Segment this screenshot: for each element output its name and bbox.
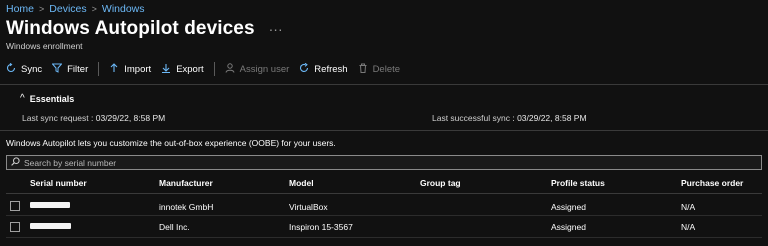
filter-label: Filter [67,63,89,75]
last-sync-request-label: Last sync request [22,113,89,123]
refresh-icon [299,62,309,76]
table-header-divider [6,193,762,194]
redacted-serial-number [30,223,71,229]
column-header-purchase-order[interactable]: Purchase order [681,178,743,188]
title-row: Windows Autopilot devices ··· [6,18,283,40]
upload-icon [109,62,119,76]
assign-user-label: Assign user [239,63,290,75]
breadcrumb-windows[interactable]: Windows [102,3,145,15]
page-title: Windows Autopilot devices [6,18,255,39]
sync-icon [6,62,16,76]
chevron-up-icon: ^ [20,93,25,104]
command-bar: Sync Filter Import Export Assign user Re… [6,60,410,78]
trash-icon [358,63,368,76]
download-icon [161,63,171,76]
column-header-profile-status[interactable]: Profile status [551,178,605,188]
import-label: Import [124,63,152,75]
breadcrumb-home[interactable]: Home [6,3,34,15]
last-successful-sync-label: Last successful sync [432,113,510,123]
page-subtitle: Windows enrollment [6,41,83,51]
more-options-icon[interactable]: ··· [269,21,283,37]
import-button[interactable]: Import [109,62,152,76]
column-header-manufacturer[interactable]: Manufacturer [159,178,213,188]
essentials-label: Essentials [29,93,75,104]
cell-profile-status: Assigned [551,222,586,232]
last-sync-request: Last sync request : 03/29/22, 8:58 PM [22,113,165,123]
toolbar-divider [213,62,215,76]
breadcrumb: Home > Devices > Windows [6,3,145,15]
search-input[interactable] [24,157,724,168]
row-checkbox[interactable] [10,222,20,232]
cell-model: VirtualBox [289,202,328,212]
toolbar-divider [98,62,100,76]
column-header-model[interactable]: Model [289,178,314,188]
row-divider [6,237,762,238]
last-sync-request-value: 03/29/22, 8:58 PM [95,113,166,123]
export-button[interactable]: Export [161,63,204,76]
refresh-button[interactable]: Refresh [299,62,348,76]
row-divider [6,215,762,216]
assign-user-button[interactable]: Assign user [225,62,290,76]
redacted-serial-number [30,202,70,208]
column-header-group-tag[interactable]: Group tag [420,178,461,188]
cell-profile-status: Assigned [551,202,586,212]
row-checkbox[interactable] [10,201,20,211]
autopilot-devices-page: Home > Devices > Windows Windows Autopil… [0,0,768,246]
cell-model: Inspiron 15-3567 [289,222,353,232]
chevron-right-icon: > [39,4,45,14]
delete-label: Delete [372,63,401,75]
filter-icon [51,63,63,76]
last-successful-sync: Last successful sync : 03/29/22, 8:58 PM [432,113,587,123]
divider [0,130,768,131]
delete-button[interactable]: Delete [358,63,400,76]
person-icon [225,62,235,76]
sync-label: Sync [21,63,43,75]
refresh-label: Refresh [314,63,348,75]
cell-purchase-order: N/A [681,222,696,232]
divider [0,84,768,85]
last-successful-sync-value: 03/29/22, 8:58 PM [517,113,587,123]
filter-button[interactable]: Filter [51,63,89,76]
intro-text: Windows Autopilot lets you customize the… [6,138,336,148]
sync-button[interactable]: Sync [6,62,43,76]
export-label: Export [176,63,204,75]
cell-purchase-order: N/A [681,202,696,212]
breadcrumb-devices[interactable]: Devices [49,3,86,15]
search-icon [11,157,20,168]
column-header-serial-number[interactable]: Serial number [30,178,87,188]
search-box[interactable] [6,155,762,170]
essentials-toggle[interactable]: ^ Essentials [20,93,74,104]
chevron-right-icon: > [91,4,97,14]
cell-manufacturer: innotek GmbH [159,202,214,212]
cell-manufacturer: Dell Inc. [159,222,190,232]
